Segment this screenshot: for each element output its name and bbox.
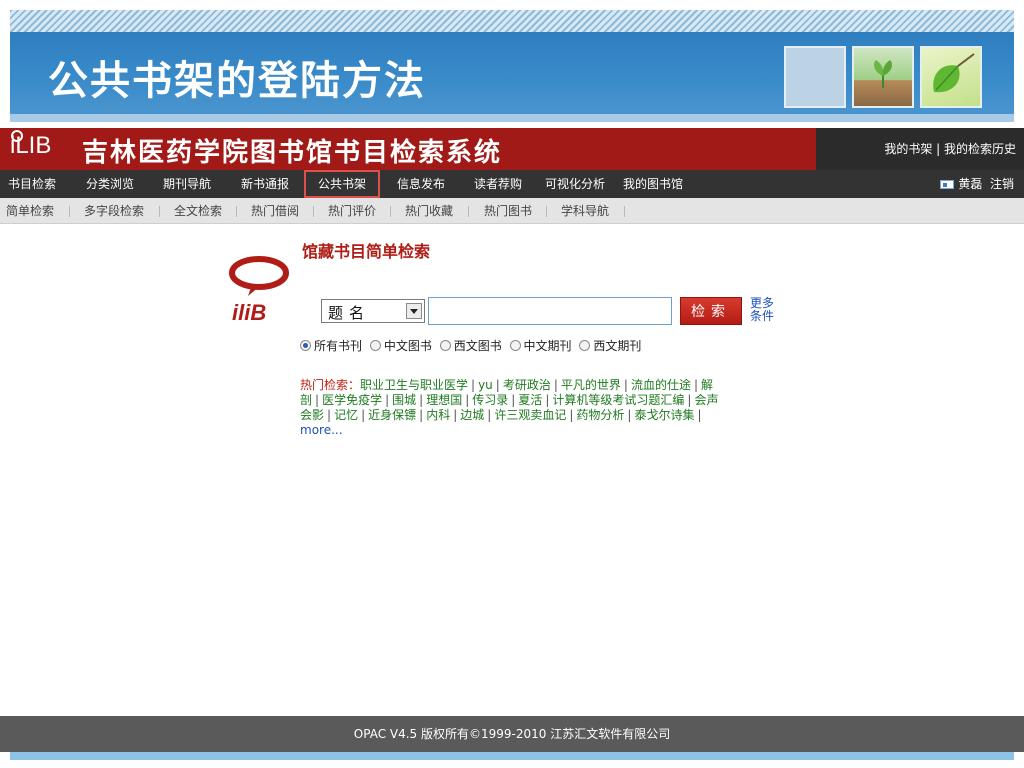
footer: OPAC V4.5 版权所有©1999-2010 江苏汇文软件有限公司 [0, 716, 1024, 752]
nav-item-journal-nav[interactable]: 期刊导航 [163, 170, 211, 198]
search-input[interactable] [428, 297, 672, 325]
footer-decor-line [10, 752, 1014, 760]
hot-term[interactable]: 药物分析 [576, 408, 624, 422]
subnav-hot-review[interactable]: 热门评价 [328, 198, 376, 224]
hot-term[interactable]: 职业卫生与职业医学 [360, 378, 468, 392]
user-card-icon [940, 180, 955, 189]
sprout-image [852, 46, 914, 108]
hot-term[interactable]: 泰戈尔诗集 [634, 408, 694, 422]
radio-label: 西文期刊 [593, 339, 642, 353]
radio-chinese-books[interactable]: 中文图书 [369, 337, 432, 354]
slide-thumb-blank [784, 46, 846, 108]
hot-term[interactable]: 考研政治 [503, 378, 551, 392]
radio-label: 中文图书 [383, 339, 432, 353]
nav-item-reader-recommend[interactable]: 读者荐购 [474, 170, 522, 198]
hot-term[interactable]: 近身保镖 [368, 408, 416, 422]
hot-search-block: 热门检索：职业卫生与职业医学 | yu | 考研政治 | 平凡的世界 | 流血的仕途 | 解剖 | 医学… [300, 378, 719, 437]
hot-term[interactable]: 计算机等级考试习题汇编 [552, 393, 684, 407]
logout-link[interactable]: 注销 [990, 177, 1014, 191]
nav-item-visual-analysis[interactable]: 可视化分析 [545, 170, 605, 198]
radio-label: 所有书刊 [314, 339, 363, 353]
hot-term[interactable]: 理想国 [426, 393, 462, 407]
hot-term[interactable]: 流血的仕途 [631, 378, 691, 392]
radio-all[interactable]: 所有书刊 [300, 337, 362, 354]
subnav-separator [159, 206, 160, 217]
subnav-simple-search[interactable]: 简单检索 [6, 198, 54, 224]
radio-checked-icon [300, 340, 311, 351]
slide-title: 公共书架的登陆方法 [48, 58, 426, 104]
ilib-logo[interactable]: iLIB [10, 130, 51, 160]
subnav-hot-borrow[interactable]: 热门借阅 [251, 198, 299, 224]
nav-item-category-browse[interactable]: 分类浏览 [86, 170, 134, 198]
search-field-select[interactable]: 题名 [321, 299, 425, 323]
subnav-separator [69, 206, 70, 217]
speech-bubble-icon [229, 256, 289, 290]
system-title: 吉林医药学院图书馆书目检索系统 [82, 138, 503, 168]
subnav-separator [236, 206, 237, 217]
subnav-separator [313, 206, 314, 217]
slide-page: 公共书架的登陆方法 iLIB 吉林医药学院图书馆书目检索系统 我的书架 | 我的… [0, 0, 1024, 768]
radio-unchecked-icon [369, 340, 381, 351]
radio-western-journals[interactable]: 西文期刊 [579, 337, 641, 354]
subnav-separator [390, 206, 391, 217]
nav-item-new-books[interactable]: 新书通报 [241, 170, 289, 198]
ilib-header: iLIB 吉林医药学院图书馆书目检索系统 我的书架 | 我的检索历史 [0, 128, 1024, 170]
subnav-separator [624, 206, 625, 217]
chevron-down-icon[interactable] [406, 303, 422, 319]
subnav-fulltext-search[interactable]: 全文检索 [174, 198, 222, 224]
nav-item-info-release[interactable]: 信息发布 [397, 170, 445, 198]
radio-label: 中文期刊 [523, 339, 572, 353]
hot-term[interactable]: yu [478, 378, 493, 392]
hot-term[interactable]: 内科 [426, 408, 450, 422]
nav-item-public-shelf[interactable]: 公共书架 [304, 170, 381, 198]
leaf-image [920, 46, 982, 108]
radio-unchecked-icon [579, 340, 591, 351]
hot-term[interactable]: 平凡的世界 [561, 378, 621, 392]
doc-type-radios: 所有书刊 中文图书 西文图书 中文期刊 西文期刊 [300, 337, 645, 354]
hot-term[interactable]: 传习录 [472, 393, 508, 407]
radio-unchecked-icon [509, 340, 521, 351]
search-heading: 馆藏书目简单检索 [302, 242, 431, 261]
search-field-value: 题名 [328, 304, 371, 322]
radio-unchecked-icon [439, 340, 451, 351]
radio-chinese-journals[interactable]: 中文期刊 [509, 337, 572, 354]
main-nav: 书目检索 分类浏览 期刊导航 新书通报 公共书架 信息发布 读者荐购 可视化分析… [0, 170, 1024, 198]
hot-term[interactable]: 围城 [392, 393, 416, 407]
radio-western-books[interactable]: 西文图书 [439, 337, 502, 354]
hot-term[interactable]: 夏活 [518, 393, 542, 407]
subnav-multi-field-search[interactable]: 多字段检索 [84, 198, 144, 224]
hot-term[interactable]: 边城 [460, 408, 484, 422]
subnav-separator [546, 206, 547, 217]
more-conditions-link[interactable]: 更多条件 [750, 297, 780, 323]
user-name[interactable]: 黄磊 [958, 177, 982, 191]
sub-nav: 简单检索 多字段检索 全文检索 热门借阅 热门评价 热门收藏 热门图书 学科导航 [0, 198, 1024, 224]
header-user-links[interactable]: 我的书架 | 我的检索历史 [816, 128, 1024, 170]
radio-label: 西文图书 [453, 339, 502, 353]
search-button[interactable]: 检索 [680, 297, 742, 325]
hot-term[interactable]: 许三观卖血记 [494, 408, 566, 422]
subnav-subject-nav[interactable]: 学科导航 [561, 198, 609, 224]
nav-item-book-search[interactable]: 书目检索 [8, 170, 56, 198]
subnav-separator [468, 206, 469, 217]
slide-decor-stripe [10, 10, 1014, 32]
search-logo-text: iliB [232, 300, 266, 325]
subnav-hot-books[interactable]: 热门图书 [484, 198, 532, 224]
nav-item-my-library[interactable]: 我的图书馆 [623, 170, 683, 198]
subnav-hot-collect[interactable]: 热门收藏 [405, 198, 453, 224]
logo-dot-icon [11, 130, 23, 142]
ilib-search-logo: iliB [226, 256, 294, 326]
slide-banner: 公共书架的登陆方法 [10, 32, 1014, 122]
user-area: 黄磊 注销 [940, 170, 1014, 198]
hot-term[interactable]: 医学免疫学 [322, 393, 382, 407]
hot-term[interactable]: 记忆 [334, 408, 358, 422]
hot-search-label: 热门检索： [300, 378, 361, 392]
hot-search-more-link[interactable]: more... [300, 423, 343, 437]
